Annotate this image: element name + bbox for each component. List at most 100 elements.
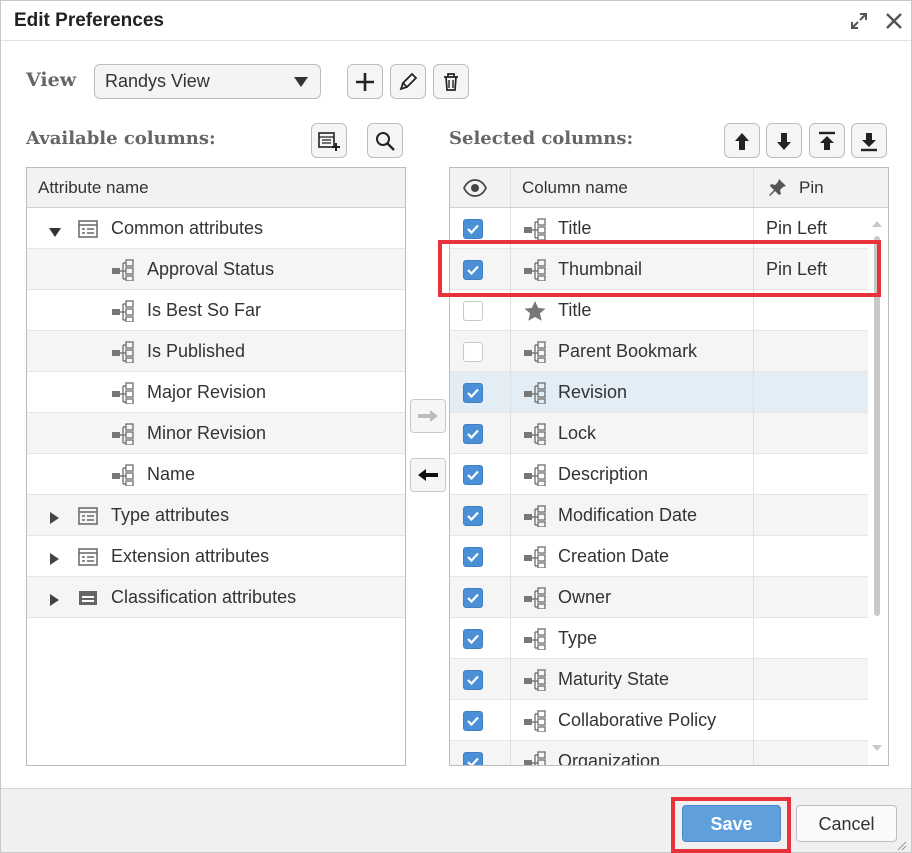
visibility-checkbox[interactable]: [463, 219, 483, 239]
selected-column-row[interactable]: Creation Date: [450, 536, 868, 577]
attribute-icon: [523, 751, 547, 765]
column-divider: [753, 208, 754, 765]
remove-from-selected-button[interactable]: [410, 458, 446, 492]
attribute-row[interactable]: Major Revision: [27, 372, 405, 413]
selected-column-row[interactable]: Lock: [450, 413, 868, 454]
attribute-icon: [523, 628, 547, 655]
column-name: Lock: [558, 423, 597, 443]
visibility-checkbox[interactable]: [463, 301, 483, 321]
visibility-checkbox[interactable]: [463, 752, 483, 765]
attribute-name-header: Attribute name: [38, 178, 149, 197]
selected-column-row[interactable]: Title: [450, 290, 868, 331]
edit-view-button[interactable]: [390, 64, 426, 99]
column-name: Creation Date: [558, 546, 670, 566]
selected-column-row[interactable]: Description: [450, 454, 868, 495]
attribute-icon: [111, 259, 135, 286]
dialog-titlebar: Edit Preferences: [1, 1, 911, 41]
expand-right-icon[interactable]: [48, 509, 60, 530]
column-name: Parent Bookmark: [558, 341, 698, 361]
column-name: Title: [558, 218, 592, 238]
delete-view-button[interactable]: [433, 64, 469, 99]
column-name: Maturity State: [558, 669, 670, 689]
add-view-button[interactable]: [347, 64, 383, 99]
expand-down-icon[interactable]: [48, 222, 62, 243]
visibility-checkbox[interactable]: [463, 506, 483, 526]
move-bottom-button[interactable]: [851, 123, 887, 158]
attribute-label: Minor Revision: [147, 423, 267, 443]
column-name: Title: [558, 300, 592, 320]
column-name: Revision: [558, 382, 628, 402]
move-top-button[interactable]: [809, 123, 845, 158]
available-columns-panel: Attribute name Common attributes Approval…: [26, 167, 406, 766]
visibility-checkbox[interactable]: [463, 342, 483, 362]
attribute-group-row[interactable]: Common attributes: [27, 208, 405, 249]
attribute-group-label: Common attributes: [111, 218, 264, 238]
expand-right-icon[interactable]: [48, 550, 60, 571]
selected-columns-label: Selected columns:: [449, 128, 634, 149]
save-button[interactable]: Save: [682, 805, 781, 842]
table-add-icon: [318, 131, 340, 151]
search-columns-button[interactable]: [367, 123, 403, 158]
attribute-group-icon: [77, 506, 99, 531]
visibility-checkbox[interactable]: [463, 260, 483, 280]
move-up-button[interactable]: [724, 123, 760, 158]
visibility-checkbox[interactable]: [463, 383, 483, 403]
attribute-group-row[interactable]: Classification attributes: [27, 577, 405, 618]
selected-columns-panel: Column name Pin Title Pin Left Thumbnail Pi…: [449, 167, 889, 766]
selected-column-row[interactable]: Owner: [450, 577, 868, 618]
selected-column-row[interactable]: Type: [450, 618, 868, 659]
add-to-selected-button[interactable]: [410, 399, 446, 433]
attribute-group-row[interactable]: Type attributes: [27, 495, 405, 536]
selected-column-row[interactable]: Modification Date: [450, 495, 868, 536]
selected-column-row[interactable]: Title Pin Left: [450, 208, 868, 249]
visibility-checkbox[interactable]: [463, 588, 483, 608]
add-column-button[interactable]: [311, 123, 347, 158]
attribute-group-row[interactable]: Extension attributes: [27, 536, 405, 577]
attribute-row[interactable]: Minor Revision: [27, 413, 405, 454]
column-name: Type: [558, 628, 598, 648]
scroll-up-icon[interactable]: [871, 220, 883, 228]
cancel-button[interactable]: Cancel: [796, 805, 897, 842]
selected-column-row[interactable]: Organization: [450, 741, 868, 765]
close-icon[interactable]: [882, 9, 906, 33]
dialog-title: Edit Preferences: [14, 10, 164, 31]
selected-column-row[interactable]: Parent Bookmark: [450, 331, 868, 372]
selected-column-row[interactable]: Maturity State: [450, 659, 868, 700]
attribute-row[interactable]: Approval Status: [27, 249, 405, 290]
view-select[interactable]: Randys View: [94, 64, 321, 99]
pin-icon: [769, 179, 786, 196]
selected-column-row[interactable]: Revision: [450, 372, 868, 413]
expand-right-icon[interactable]: [48, 591, 60, 612]
column-name: Owner: [558, 587, 612, 607]
visibility-checkbox[interactable]: [463, 629, 483, 649]
move-down-button[interactable]: [766, 123, 802, 158]
visibility-checkbox[interactable]: [463, 465, 483, 485]
attribute-icon: [111, 382, 135, 409]
attribute-icon: [523, 710, 547, 737]
attribute-row[interactable]: Is Published: [27, 331, 405, 372]
visibility-checkbox[interactable]: [463, 711, 483, 731]
scrollbar-thumb[interactable]: [874, 236, 880, 616]
maximize-icon[interactable]: [847, 9, 871, 33]
selected-columns-scrollbar[interactable]: [867, 208, 887, 764]
resize-grip-icon[interactable]: [897, 841, 907, 851]
attribute-row[interactable]: Is Best So Far: [27, 290, 405, 331]
header-divider: [510, 168, 511, 207]
attribute-icon: [523, 669, 547, 696]
visibility-checkbox[interactable]: [463, 670, 483, 690]
selected-column-row[interactable]: Thumbnail Pin Left: [450, 249, 868, 290]
pin-header: Pin: [799, 178, 824, 197]
column-name: Modification Date: [558, 505, 698, 525]
pin-value[interactable]: Pin Left: [766, 259, 827, 280]
pin-value[interactable]: Pin Left: [766, 218, 827, 239]
attribute-row[interactable]: Name: [27, 454, 405, 495]
selected-column-row[interactable]: Collaborative Policy: [450, 700, 868, 741]
scroll-down-icon[interactable]: [871, 744, 883, 752]
attribute-icon: [523, 587, 547, 614]
arrow-up-icon: [735, 132, 749, 150]
attribute-icon: [523, 218, 547, 245]
attribute-group-label: Type attributes: [111, 505, 230, 525]
visibility-checkbox[interactable]: [463, 424, 483, 444]
visibility-checkbox[interactable]: [463, 547, 483, 567]
star-icon: [523, 300, 547, 327]
